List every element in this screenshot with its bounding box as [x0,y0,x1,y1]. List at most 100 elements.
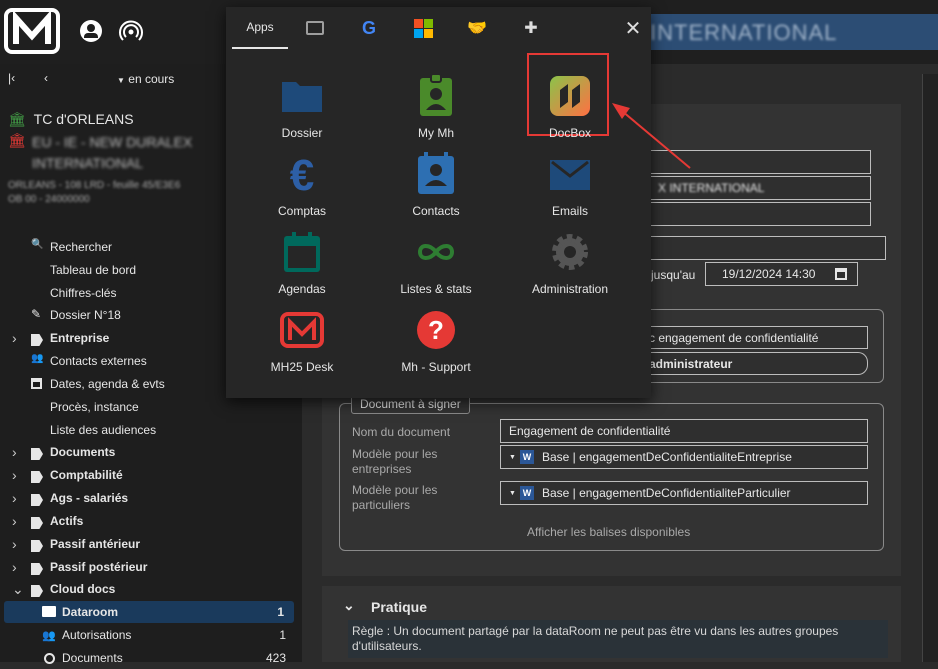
app-tile-listes-stats[interactable]: Listes & stats [369,226,503,304]
sidebar-item-autorisations[interactable]: 👥 Autorisations 1 [0,624,302,646]
app-tile-agendas[interactable]: Agendas [235,226,369,304]
people-icon: 👥 [31,353,44,364]
app-tile-label: Agendas [278,282,326,296]
chevron-right-icon[interactable]: › [12,330,17,346]
folder-outline-icon [306,21,324,35]
handshake-icon: 🤝 [467,20,487,37]
tag-icon [31,517,43,529]
admin-button[interactable]: administrateur [649,352,868,375]
tab-puzzle[interactable]: ✚ [504,7,558,49]
sidebar-item-11[interactable]: › Ags - salariés [0,487,302,509]
tab-google[interactable]: G [342,7,396,49]
infinity-icon [414,230,458,274]
text-field-4[interactable] [649,236,886,260]
tab-folder[interactable] [288,7,342,49]
tab-handshake[interactable]: 🤝 [450,7,504,49]
caret-down-icon: ▼ [509,453,516,461]
pointer-arrow [612,103,691,169]
first-page-icon[interactable]: |‹ [8,71,15,85]
count-badge: 423 [265,651,286,665]
euro-icon: € [280,151,324,200]
people-icon: 👥 [42,629,56,642]
app-tile-label: MH25 Desk [270,360,334,374]
chevron-down-icon[interactable]: ⌄ [12,581,24,598]
modele-particuliers-select[interactable]: ▼ W Base | engagementDeConfidentialitePa… [500,481,868,505]
chevron-right-icon[interactable]: › [12,536,17,552]
sidebar-item-13[interactable]: › Passif antérieur [0,533,302,555]
app-tile-mh25-desk[interactable]: MH25 Desk [235,304,369,382]
puzzle-icon: ✚ [524,20,538,37]
right-edge-strip [922,74,938,662]
bank-icon: 🏛 [8,111,26,127]
badge-icon [414,73,458,118]
close-button[interactable]: ✕ [618,7,648,49]
text-field-2[interactable]: X INTERNATIONAL [649,176,871,200]
tag-icon [31,585,43,597]
sidebar-item-10[interactable]: › Comptabilité [0,464,302,486]
balises-link[interactable]: Afficher les balises disponibles [527,525,690,539]
app-tile-my-mh[interactable]: My Mh [369,70,503,148]
sidebar-item-12[interactable]: › Actifs [0,510,302,532]
sidebar-item-14[interactable]: › Passif postérieur [0,556,302,578]
app-tile-comptas[interactable]: € Comptas [235,148,369,226]
nom-document-field[interactable]: Engagement de confidentialité [500,419,868,443]
date-field[interactable]: 19/12/2024 14:30 [705,262,858,286]
tag-icon [31,471,43,483]
broadcast-icon[interactable] [119,20,143,44]
count-badge: 1 [277,605,284,619]
sidebar-item-label: Ags - salariés [50,491,129,505]
chevron-right-icon[interactable]: › [12,559,17,575]
docbox-icon [548,74,592,118]
modele-entreprises-select[interactable]: ▼ W Base | engagementDeConfidentialiteEn… [500,445,868,469]
sidebar-item-label: Comptabilité [50,468,123,482]
engagement-field[interactable]: c engagement de confidentialité [649,326,868,349]
calendar-icon [280,230,324,274]
modele-entreprises-value: Base | engagementDeConfidentialiteEntrep… [541,450,792,464]
app-logo[interactable] [4,8,60,54]
tab-apps[interactable]: Apps [232,7,288,49]
sidebar-item-dataroom[interactable]: Dataroom 1 [4,601,294,623]
app-tile-dossier[interactable]: Dossier [235,70,369,148]
jusqu-label: jusqu'au [651,268,696,282]
sidebar-item-label: Dossier N°18 [50,308,121,322]
nom-document-label: Nom du document [352,425,451,439]
sidebar-item-9[interactable]: › Documents [0,441,302,463]
folder-shared-icon [42,606,56,617]
app-tile-administration[interactable]: Administration [503,226,637,304]
user-icon[interactable] [80,20,102,42]
mh-logo-icon [280,308,324,352]
sidebar-item-label: Passif postérieur [50,560,148,574]
pratique-title: Pratique [371,599,428,615]
case-icon: 🏛 [8,132,26,148]
sidebar-item-label: Procès, instance [50,400,139,414]
sidebar-item-label: Liste des audiences [50,423,157,437]
svg-text:?: ? [428,315,444,345]
tab-microsoft[interactable] [396,7,450,49]
app-tile-mh-support[interactable]: ? Mh - Support [369,304,503,382]
state-dropdown[interactable]: ▼ en cours [117,72,174,86]
text-field-3[interactable] [649,202,871,226]
sidebar-item-label: Dates, agenda & evts [50,377,165,391]
sidebar-item-documents-sub[interactable]: Documents 423 [0,647,302,669]
case-meta-1: ORLEANS - 108 LRD - feuille 45/E3E6 [8,180,181,191]
app-tile-label: Mh - Support [401,360,471,374]
chevron-right-icon[interactable]: › [12,467,17,483]
chevron-right-icon[interactable]: › [12,444,17,460]
tag-icon [31,563,43,575]
chevron-right-icon[interactable]: › [12,513,17,529]
back-icon[interactable]: ‹ [44,71,48,85]
app-tile-label: Contacts [412,204,460,218]
sidebar-item-15[interactable]: ⌄ Cloud docs [0,578,302,600]
pratique-rule: Règle : Un document partagé par la dataR… [348,620,888,658]
sidebar-item-8[interactable]: Liste des audiences [0,419,302,441]
chevron-right-icon[interactable]: › [12,490,17,506]
sidebar-item-label: Tableau de bord [50,263,137,277]
court-name: TC d'ORLEANS [33,111,134,127]
app-tile-contacts[interactable]: Contacts [369,148,503,226]
help-icon: ? [414,308,458,352]
pencil-icon: ✎ [31,307,42,321]
sidebar-item-7[interactable]: Procès, instance [0,396,302,418]
svg-text:€: € [290,152,314,196]
chevron-down-icon[interactable]: ⌄ [343,597,355,614]
calendar-icon[interactable] [835,268,847,280]
